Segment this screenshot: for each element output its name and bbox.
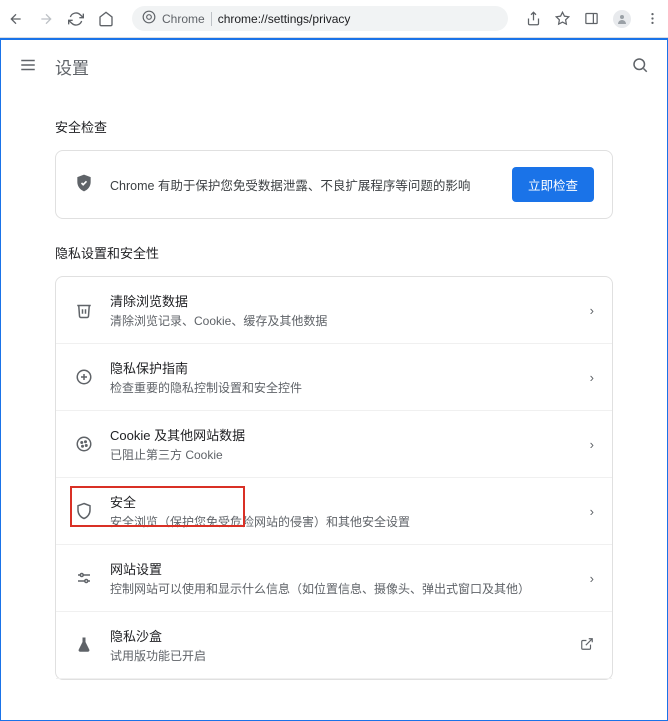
addr-label: Chrome xyxy=(162,12,205,26)
row-title: 安全 xyxy=(110,492,574,511)
hamburger-icon[interactable] xyxy=(19,56,37,77)
row-sub: 控制网站可以使用和显示什么信息（如位置信息、摄像头、弹出式窗口及其他） xyxy=(110,580,574,597)
flask-icon xyxy=(74,636,94,654)
external-link-icon xyxy=(580,637,594,654)
profile-avatar[interactable] xyxy=(613,10,631,28)
privacy-list-card: 清除浏览数据 清除浏览记录、Cookie、缓存及其他数据 › 隐私保护指南 检查… xyxy=(55,276,613,680)
divider xyxy=(211,12,212,26)
page-title: 设置 xyxy=(55,54,89,79)
reload-icon[interactable] xyxy=(68,11,84,27)
row-site-settings[interactable]: 网站设置 控制网站可以使用和显示什么信息（如位置信息、摄像头、弹出式窗口及其他）… xyxy=(56,545,612,612)
back-icon[interactable] xyxy=(8,11,24,27)
cookie-icon xyxy=(74,435,94,453)
toolbar-right xyxy=(526,10,660,28)
addr-url: chrome://settings/privacy xyxy=(218,12,351,26)
row-title: 网站设置 xyxy=(110,559,574,578)
row-privacy-sandbox[interactable]: 隐私沙盒 试用版功能已开启 xyxy=(56,612,612,679)
shield-icon xyxy=(74,502,94,520)
row-title: 清除浏览数据 xyxy=(110,291,574,310)
row-sub: 检查重要的隐私控制设置和安全控件 xyxy=(110,379,574,396)
panel-icon[interactable] xyxy=(584,11,599,26)
row-sub: 试用版功能已开启 xyxy=(110,647,564,664)
row-text: 安全 安全浏览（保护您免受危险网站的侵害）和其他安全设置 xyxy=(110,492,574,530)
chevron-right-icon: › xyxy=(590,437,594,452)
menu-dots-icon[interactable] xyxy=(645,11,660,26)
row-title: 隐私保护指南 xyxy=(110,358,574,377)
safety-check-desc: Chrome 有助于保护您免受数据泄露、不良扩展程序等问题的影响 xyxy=(110,175,496,194)
row-text: 网站设置 控制网站可以使用和显示什么信息（如位置信息、摄像头、弹出式窗口及其他） xyxy=(110,559,574,597)
row-text: Cookie 及其他网站数据 已阻止第三方 Cookie xyxy=(110,425,574,463)
chrome-icon xyxy=(142,10,156,27)
row-cookies[interactable]: Cookie 及其他网站数据 已阻止第三方 Cookie › xyxy=(56,411,612,478)
address-bar[interactable]: Chrome chrome://settings/privacy xyxy=(132,6,508,31)
row-title: Cookie 及其他网站数据 xyxy=(110,425,574,444)
chevron-right-icon: › xyxy=(590,504,594,519)
shield-check-icon xyxy=(74,173,94,196)
row-privacy-guide[interactable]: 隐私保护指南 检查重要的隐私控制设置和安全控件 › xyxy=(56,344,612,411)
row-text: 隐私保护指南 检查重要的隐私控制设置和安全控件 xyxy=(110,358,574,396)
search-icon[interactable] xyxy=(631,56,649,77)
page-header: 设置 xyxy=(1,40,667,93)
trash-icon xyxy=(74,301,94,319)
row-text: 清除浏览数据 清除浏览记录、Cookie、缓存及其他数据 xyxy=(110,291,574,329)
chevron-right-icon: › xyxy=(590,303,594,318)
row-clear-browsing-data[interactable]: 清除浏览数据 清除浏览记录、Cookie、缓存及其他数据 › xyxy=(56,277,612,344)
browser-toolbar: Chrome chrome://settings/privacy xyxy=(0,0,668,38)
sliders-icon xyxy=(74,569,94,587)
section-privacy: 隐私设置和安全性 xyxy=(55,243,613,262)
row-sub: 安全浏览（保护您免受危险网站的侵害）和其他安全设置 xyxy=(110,513,574,530)
plus-circle-icon xyxy=(74,368,94,386)
check-now-button[interactable]: 立即检查 xyxy=(512,167,594,202)
star-icon[interactable] xyxy=(555,11,570,26)
content-area: 设置 安全检查 Chrome 有助于保护您免受数据泄露、不良扩展程序等问题的影响… xyxy=(0,38,668,721)
safety-check-card: Chrome 有助于保护您免受数据泄露、不良扩展程序等问题的影响 立即检查 xyxy=(55,150,613,219)
home-icon[interactable] xyxy=(98,11,114,27)
nav-buttons xyxy=(8,11,114,27)
row-text: 隐私沙盒 试用版功能已开启 xyxy=(110,626,564,664)
chevron-right-icon: › xyxy=(590,370,594,385)
safety-check-row: Chrome 有助于保护您免受数据泄露、不良扩展程序等问题的影响 立即检查 xyxy=(56,151,612,218)
row-title: 隐私沙盒 xyxy=(110,626,564,645)
share-icon[interactable] xyxy=(526,11,541,26)
row-security[interactable]: 安全 安全浏览（保护您免受危险网站的侵害）和其他安全设置 › xyxy=(56,478,612,545)
main-content: 安全检查 Chrome 有助于保护您免受数据泄露、不良扩展程序等问题的影响 立即… xyxy=(1,117,667,720)
section-safety-check: 安全检查 xyxy=(55,117,613,136)
forward-icon[interactable] xyxy=(38,11,54,27)
row-sub: 已阻止第三方 Cookie xyxy=(110,446,574,463)
row-sub: 清除浏览记录、Cookie、缓存及其他数据 xyxy=(110,312,574,329)
chevron-right-icon: › xyxy=(590,571,594,586)
